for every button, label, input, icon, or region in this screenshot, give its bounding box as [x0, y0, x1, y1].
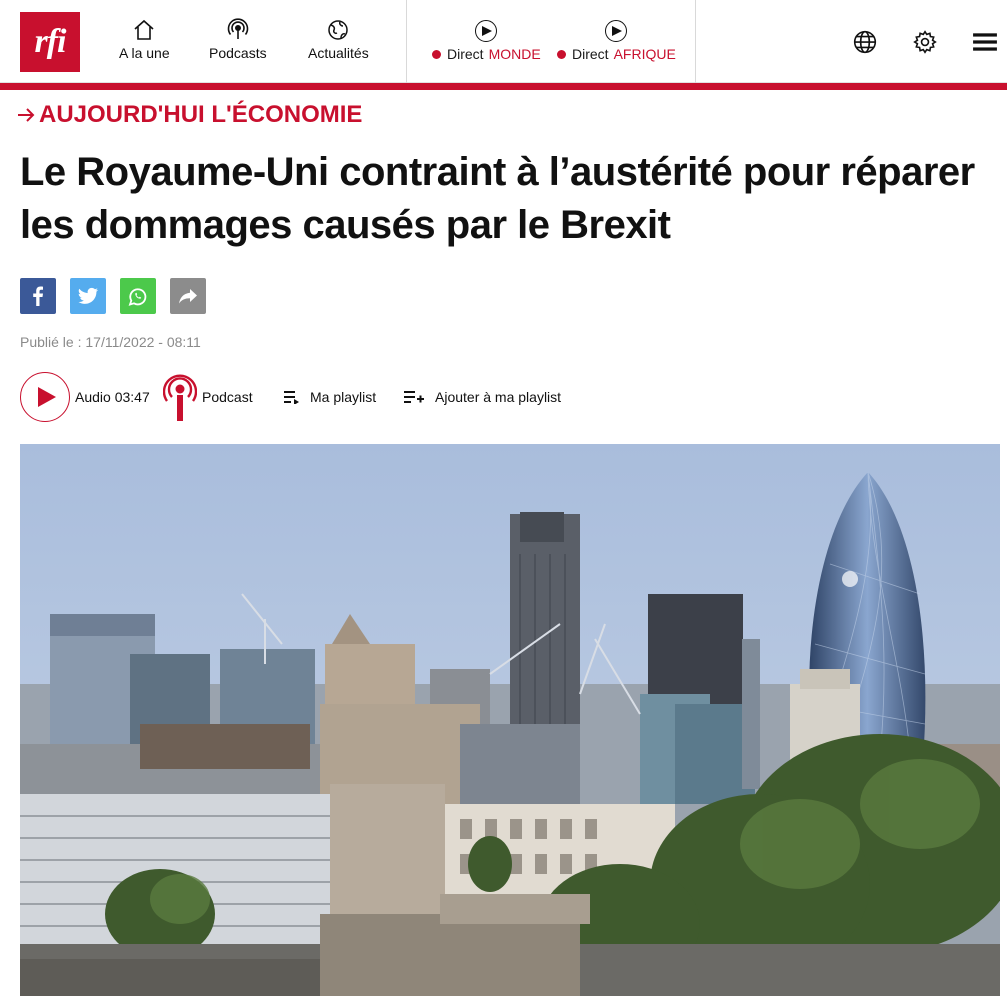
header-divider [695, 0, 696, 83]
facebook-icon [33, 286, 43, 306]
header-red-bar [0, 83, 1007, 90]
playlist-icon[interactable] [284, 390, 300, 404]
header-divider [406, 0, 407, 83]
nav-actualites[interactable]: Actualités [308, 18, 369, 61]
article-title: Le Royaume-Uni contraint à l’austérité p… [20, 150, 975, 247]
language-globe-icon[interactable] [852, 29, 878, 55]
whatsapp-icon [128, 288, 147, 306]
site-header: rfi A la une Podcasts Actualités Direct M… [0, 0, 1007, 83]
playlist-add-icon[interactable] [404, 390, 424, 404]
kicker-label: AUJOURD'HUI L'ÉCONOMIE [39, 101, 363, 128]
audio-toolbar: Audio 03:47 Podcast Ma playlist Ajouter … [20, 372, 980, 422]
live-accent: AFRIQUE [613, 46, 676, 62]
live-prefix: Direct [447, 46, 484, 62]
podcast-button-label[interactable]: Podcast [202, 389, 253, 405]
logo-text: rfi [34, 23, 67, 60]
podcast-icon[interactable] [163, 373, 197, 423]
facebook-share-button[interactable] [20, 278, 56, 314]
audio-duration-label[interactable]: Audio 03:47 [75, 389, 150, 405]
add-to-playlist-button[interactable]: Ajouter à ma playlist [435, 389, 561, 405]
twitter-share-button[interactable] [70, 278, 106, 314]
nav-a-la-une[interactable]: A la une [119, 18, 170, 61]
section-kicker[interactable]: AUJOURD'HUI L'ÉCONOMIE [16, 101, 362, 129]
podcast-icon [227, 18, 249, 39]
rfi-logo[interactable]: rfi [20, 12, 80, 72]
whatsapp-share-button[interactable] [120, 278, 156, 314]
nav-label: A la une [119, 45, 170, 61]
live-dot [432, 49, 441, 59]
play-icon [37, 387, 56, 407]
arrow-right-icon [18, 108, 35, 122]
london-skyline-illustration [20, 444, 1000, 996]
live-dot [557, 49, 566, 59]
play-icon [605, 20, 628, 42]
my-playlist-button[interactable]: Ma playlist [310, 389, 376, 405]
twitter-icon [78, 287, 98, 304]
live-prefix: Direct [572, 46, 609, 62]
live-accent: MONDE [488, 46, 541, 62]
nav-label: Actualités [308, 45, 369, 61]
play-icon [475, 20, 498, 42]
globe-icon [328, 20, 349, 40]
nav-podcasts[interactable]: Podcasts [209, 18, 267, 61]
live-afrique[interactable]: Direct AFRIQUE [557, 20, 676, 62]
publication-date: Publié le : 17/11/2022 - 08:11 [20, 334, 201, 350]
nav-label: Podcasts [209, 45, 267, 61]
article-hero-image [20, 444, 1000, 996]
settings-gear-icon[interactable] [912, 29, 938, 55]
menu-hamburger-icon[interactable] [972, 29, 998, 55]
share-icon [179, 289, 197, 304]
home-icon [134, 19, 154, 40]
audio-play-button[interactable] [20, 372, 70, 422]
generic-share-button[interactable] [170, 278, 206, 314]
live-monde[interactable]: Direct MONDE [432, 20, 541, 62]
